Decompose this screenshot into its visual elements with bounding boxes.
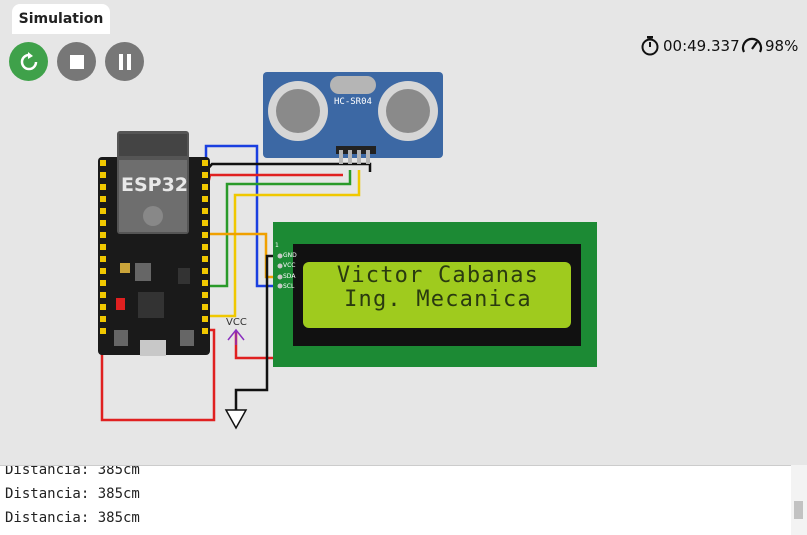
hc-sr04-sensor[interactable] [263,72,443,164]
esp32-label: ESP32 [121,174,189,196]
simulation-speed: 98% [741,36,798,56]
serial-monitor[interactable]: Distancia: 385cm Distancia: 385cm Distan… [0,465,807,535]
wire-black-sensor [204,162,372,173]
lcd-pin-vcc: VCC [283,262,296,269]
speed-value: 98% [765,37,799,55]
stopwatch-icon [641,36,659,56]
console-scrollbar[interactable] [791,465,807,535]
simulator-window: Simulation ESP32 HC-SR04 1 GND VCC SDA S… [0,0,807,535]
pause-icon [118,53,131,70]
speedometer-icon [741,37,763,53]
console-line: Distancia: 385cm [5,465,140,478]
lcd-pin-number: 1 [275,242,279,249]
console-line: Distancia: 385cm [5,486,140,502]
lcd-pin-gnd: GND [283,252,297,259]
stop-button[interactable] [57,42,96,81]
vcc-label: VCC [226,317,247,328]
timer: 00:49.337 [640,36,740,56]
ground-symbol [224,409,248,430]
scrollbar-thumb[interactable] [794,501,803,519]
restart-icon [20,51,37,70]
esp32-board[interactable] [98,131,210,356]
console-line: Distancia: 385cm [5,510,140,526]
lcd-text: Victor Cabanas Ing. Mecanica [307,264,569,328]
stop-icon [69,54,84,69]
lcd-pin-sda: SDA [283,273,296,280]
lcd-line-1: Victor Cabanas [336,263,540,288]
lcd-pin-scl: SCL [283,283,295,290]
sensor-name-label: HC-SR04 [334,97,372,107]
restart-button[interactable] [9,42,48,81]
timer-value: 00:49.337 [663,37,740,55]
lcd-line-2: Ing. Mecanica [344,287,532,312]
pause-button[interactable] [105,42,144,81]
